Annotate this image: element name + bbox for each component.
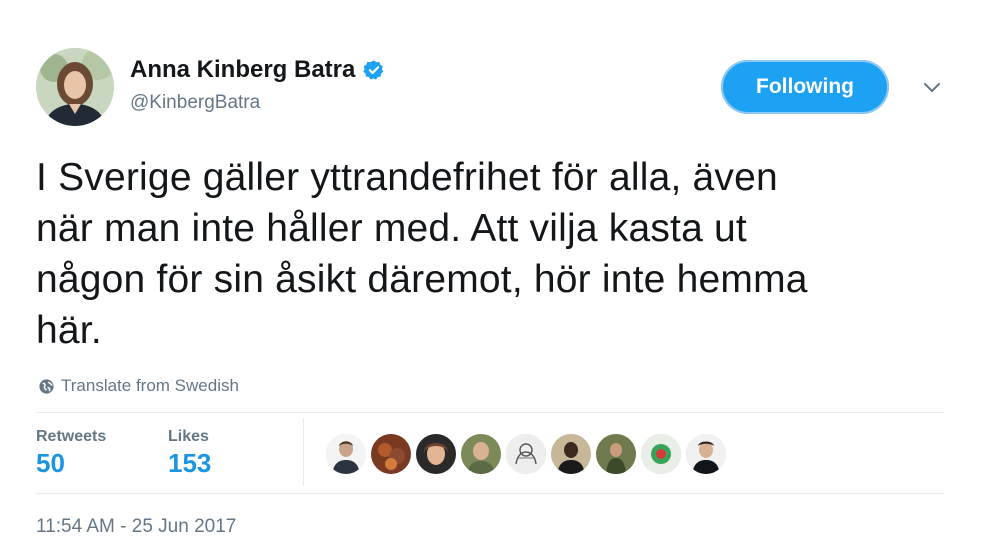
author-handle[interactable]: @KinbergBatra bbox=[130, 92, 260, 114]
tweet-text: I Sverige gäller yttrandefrihet för alla… bbox=[36, 156, 808, 352]
likes-label: Likes bbox=[168, 428, 209, 445]
divider bbox=[36, 493, 944, 494]
translate-link[interactable]: Translate from Swedish bbox=[38, 376, 239, 396]
author-name[interactable]: Anna Kinberg Batra bbox=[130, 56, 355, 84]
likes-count: 153 bbox=[168, 448, 212, 478]
liker-avatar[interactable] bbox=[641, 434, 681, 474]
liker-avatar[interactable] bbox=[371, 434, 411, 474]
liker-avatar[interactable] bbox=[596, 434, 636, 474]
liker-avatar[interactable] bbox=[506, 434, 546, 474]
liker-avatar[interactable] bbox=[686, 434, 726, 474]
tweet-card: Anna Kinberg Batra @KinbergBatra Followi… bbox=[0, 0, 992, 558]
divider bbox=[36, 412, 944, 413]
following-button[interactable]: Following bbox=[721, 60, 889, 114]
verified-badge-icon bbox=[363, 59, 385, 81]
tweet-timestamp[interactable]: 11:54 AM - 25 Jun 2017 bbox=[36, 516, 236, 538]
stats-divider bbox=[303, 418, 304, 486]
author-avatar[interactable] bbox=[36, 48, 114, 126]
chevron-down-icon[interactable] bbox=[920, 78, 944, 98]
likes-stat[interactable]: Likes 153 bbox=[168, 428, 211, 479]
liker-avatar[interactable] bbox=[461, 434, 501, 474]
retweets-count: 50 bbox=[36, 448, 65, 478]
liker-avatar[interactable] bbox=[551, 434, 591, 474]
liker-avatar[interactable] bbox=[326, 434, 366, 474]
liker-avatars bbox=[326, 434, 731, 474]
author-name-row: Anna Kinberg Batra bbox=[130, 56, 385, 84]
liker-avatar[interactable] bbox=[416, 434, 456, 474]
retweets-label: Retweets bbox=[36, 428, 107, 445]
retweets-stat[interactable]: Retweets 50 bbox=[36, 428, 106, 479]
globe-icon bbox=[38, 378, 55, 395]
translate-label: Translate from Swedish bbox=[61, 376, 239, 395]
